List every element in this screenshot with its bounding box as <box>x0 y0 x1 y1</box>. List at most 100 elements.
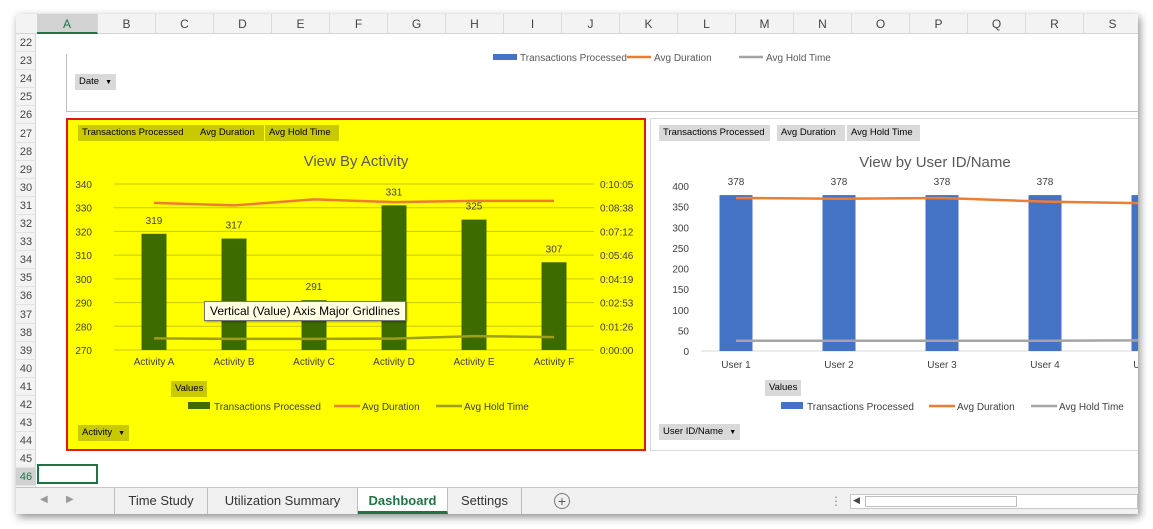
date-filter-button[interactable]: Date ▼ <box>75 74 117 90</box>
horizontal-scrollbar[interactable]: ◀ <box>850 494 1138 509</box>
column-header-p[interactable]: P <box>910 14 968 34</box>
row-headers: 22 23 24 25 26 27 28 29 30 31 32 33 34 35 36 37 38 39 40 41… <box>16 34 36 487</box>
values-button-2[interactable]: Values <box>765 380 802 396</box>
split-handle-icon[interactable]: ⋮ <box>830 494 842 508</box>
field-button-avg-duration[interactable]: Avg Duration <box>196 125 264 141</box>
next-sheet-icon[interactable]: ▶ <box>66 494 74 505</box>
row-header-30[interactable]: 30 <box>16 179 36 197</box>
x-tick-user-2: User 2 <box>824 360 854 371</box>
row-header-46[interactable]: 46 <box>16 468 36 487</box>
bar-activity-d <box>381 205 407 350</box>
legend-label-avg-duration: Avg Duration <box>957 402 1015 413</box>
values-button[interactable]: Values <box>171 381 208 397</box>
row-header-37[interactable]: 37 <box>16 306 36 324</box>
data-label-activity-c: 291 <box>306 282 323 293</box>
row-header-45[interactable]: 45 <box>16 450 36 469</box>
row-header-22[interactable]: 22 <box>16 34 36 52</box>
column-header-e[interactable]: E <box>272 14 330 34</box>
row-header-24[interactable]: 24 <box>16 70 36 89</box>
top-chart-legend: Transactions Processed Avg Duration Avg Ho… <box>493 53 831 64</box>
field-button-avg-duration-2[interactable]: Avg Duration <box>777 125 845 141</box>
row-header-38[interactable]: 38 <box>16 324 36 342</box>
field-button-avg-hold-time[interactable]: Avg Hold Time <box>265 125 339 141</box>
row-header-40[interactable]: 40 <box>16 360 36 378</box>
row-header-42[interactable]: 42 <box>16 396 36 414</box>
field-button-transactions[interactable]: Transactions Processed <box>78 125 196 141</box>
column-header-k[interactable]: K <box>620 14 678 34</box>
y-tick-0: 0 <box>683 347 689 358</box>
row-header-32[interactable]: 32 <box>16 215 36 233</box>
column-header-g[interactable]: G <box>388 14 446 34</box>
bar-activity-b <box>221 238 247 350</box>
y-tick-100: 100 <box>672 306 689 317</box>
row-header-28[interactable]: 28 <box>16 143 36 161</box>
chart-title: View by User ID/Name <box>859 154 1010 171</box>
row-header-41[interactable]: 41 <box>16 378 36 396</box>
y-tick-150: 150 <box>672 285 689 296</box>
data-label-user-3: 378 <box>934 177 951 188</box>
row-header-25[interactable]: 25 <box>16 88 36 107</box>
column-header-b[interactable]: B <box>98 14 156 34</box>
row-header-36[interactable]: 36 <box>16 287 36 306</box>
y-tick-300: 300 <box>672 223 689 234</box>
row-header-44[interactable]: 44 <box>16 432 36 451</box>
prev-sheet-icon[interactable]: ◀ <box>40 494 48 505</box>
scroll-left-icon[interactable]: ◀ <box>853 495 860 506</box>
row-header-33[interactable]: 33 <box>16 233 36 252</box>
row-header-23[interactable]: 23 <box>16 52 36 71</box>
tab-utilization-summary[interactable]: Utilization Summary <box>208 488 358 514</box>
x-tick-user-3: User 3 <box>927 360 957 371</box>
column-header-c[interactable]: C <box>156 14 214 34</box>
worksheet-grid[interactable]: Transactions Processed Avg Duration Avg Ho… <box>37 34 1138 487</box>
activity-axis-field-button[interactable]: Activity ▼ <box>78 425 130 441</box>
tab-settings[interactable]: Settings <box>448 488 522 514</box>
field-button-avg-hold-time-2[interactable]: Avg Hold Time <box>847 125 920 141</box>
column-header-h[interactable]: H <box>446 14 504 34</box>
legend-swatch-transactions-processed <box>781 402 803 409</box>
x-tick-user-5: User 5 <box>1133 360 1138 371</box>
chart-view-by-user[interactable]: View by User ID/Name 0 50 100 150 200 250 300 35… <box>650 118 1138 451</box>
column-header-a[interactable]: A <box>37 14 98 34</box>
row-header-39[interactable]: 39 <box>16 342 36 360</box>
top-chart[interactable]: Transactions Processed Avg Duration Avg Ho… <box>66 53 1138 112</box>
chart-title: View By Activity <box>304 153 409 170</box>
field-button-transactions-2[interactable]: Transactions Processed <box>659 125 771 141</box>
row-header-34[interactable]: 34 <box>16 251 36 270</box>
column-header-d[interactable]: D <box>214 14 272 34</box>
y-tick-50: 50 <box>678 326 690 337</box>
add-sheet-icon[interactable]: + <box>554 493 570 509</box>
row-header-35[interactable]: 35 <box>16 269 36 288</box>
user-axis-field-button[interactable]: User ID/Name ▼ <box>659 424 741 440</box>
column-header-l[interactable]: L <box>678 14 736 34</box>
column-header-r[interactable]: R <box>1026 14 1084 34</box>
tab-dashboard[interactable]: Dashboard <box>358 488 448 514</box>
x-tick-activity-b: Activity B <box>213 357 254 368</box>
legend-label-avg-duration: Avg Duration <box>362 402 420 413</box>
legend-label-transactions-processed: Transactions Processed <box>520 54 627 64</box>
row-header-26[interactable]: 26 <box>16 106 36 125</box>
active-cell-a46[interactable] <box>37 464 98 484</box>
column-header-o[interactable]: O <box>852 14 910 34</box>
data-label-activity-e: 325 <box>466 202 483 213</box>
legend-label-avg-duration: Avg Duration <box>654 54 712 64</box>
data-label-user-2: 378 <box>831 177 848 188</box>
tab-time-study[interactable]: Time Study <box>114 488 208 514</box>
row-header-43[interactable]: 43 <box>16 414 36 433</box>
column-header-n[interactable]: N <box>794 14 852 34</box>
chart-view-by-activity[interactable]: View By Activity 270 280 290 300 310 320 330 340… <box>66 118 646 451</box>
column-header-s[interactable]: S <box>1084 14 1138 34</box>
column-header-q[interactable]: Q <box>968 14 1026 34</box>
scrollbar-thumb[interactable] <box>865 496 1017 507</box>
row-header-31[interactable]: 31 <box>16 197 36 215</box>
row-header-27[interactable]: 27 <box>16 125 36 143</box>
y-tick-400: 400 <box>672 182 689 193</box>
column-header-m[interactable]: M <box>736 14 794 34</box>
data-label-user-1: 378 <box>728 177 745 188</box>
y-tick-350: 350 <box>672 203 689 214</box>
column-header-j[interactable]: J <box>562 14 620 34</box>
row-header-29[interactable]: 29 <box>16 161 36 179</box>
column-header-f[interactable]: F <box>330 14 388 34</box>
y-tick-320: 320 <box>75 227 92 238</box>
column-header-i[interactable]: I <box>504 14 562 34</box>
data-label-activity-b: 317 <box>226 221 243 232</box>
